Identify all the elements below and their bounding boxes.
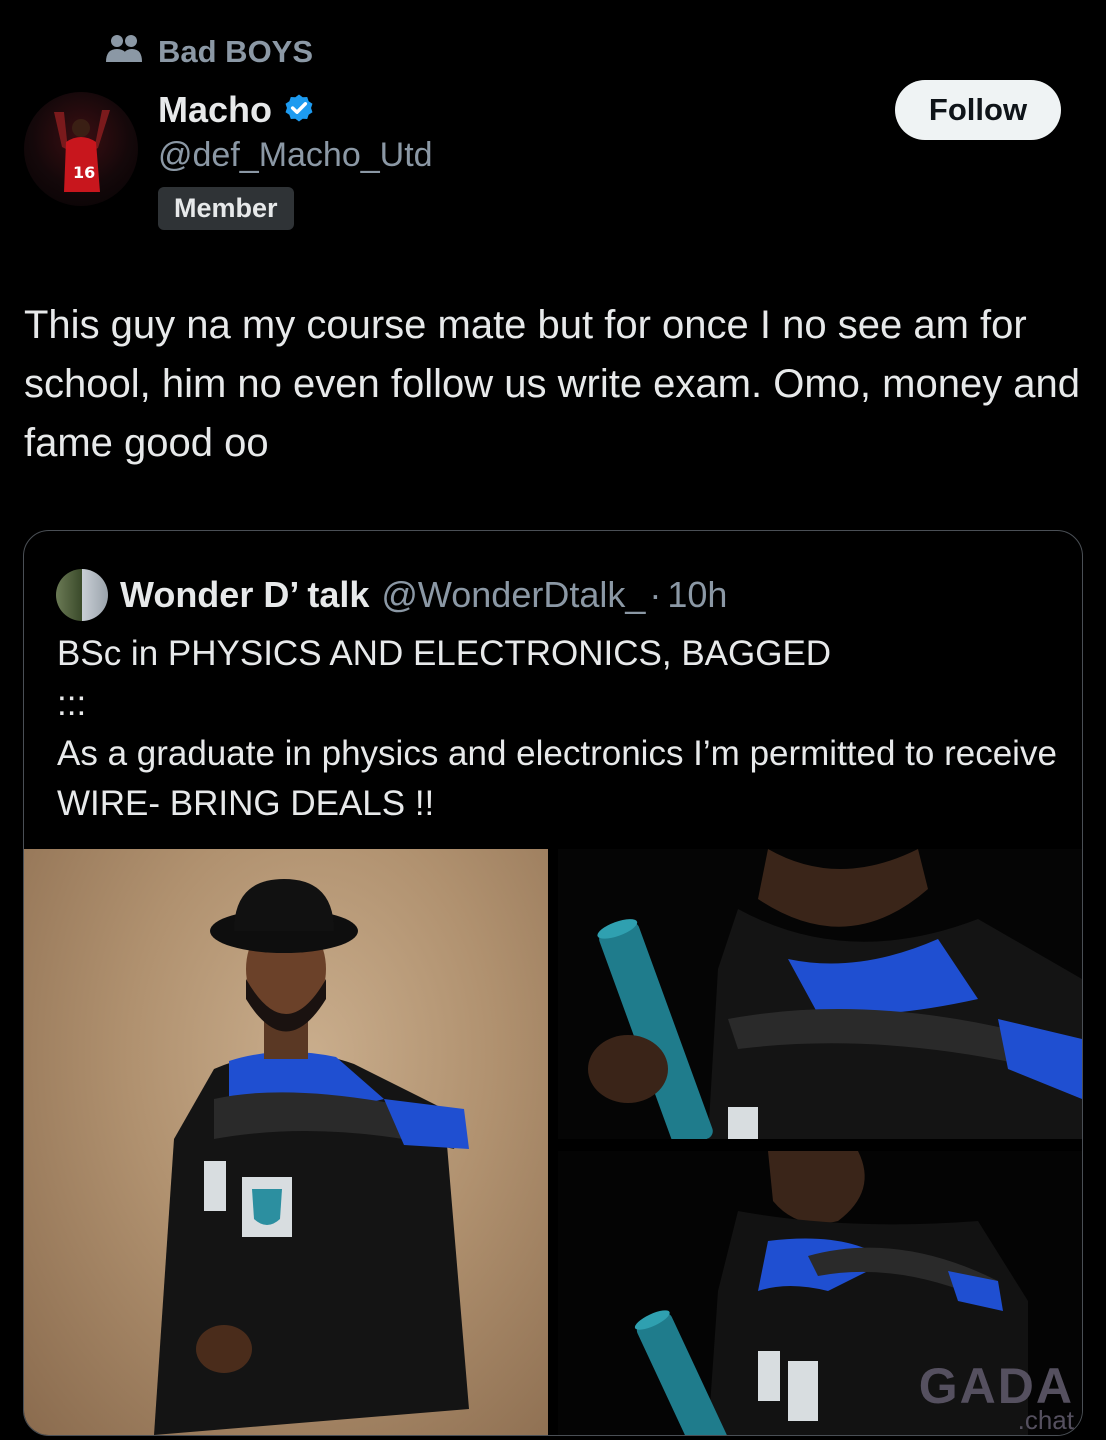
quoted-tweet-header: Wonder D’ talk @WonderDtalk_ · 10h — [56, 569, 727, 621]
author-display-name[interactable]: Macho — [158, 89, 272, 131]
community-header[interactable]: Bad BOYS — [104, 30, 313, 74]
member-badge: Member — [158, 187, 294, 230]
tweet-text: This guy na my course mate but for once … — [24, 303, 1081, 465]
graduate-photo-2[interactable] — [558, 849, 1082, 1139]
author-block: Macho @def_Macho_Utd Member — [158, 86, 433, 230]
verified-badge-icon[interactable] — [282, 91, 316, 130]
quoted-author-name[interactable]: Wonder D’ talk — [120, 574, 369, 616]
watermark-logo: GADA — [918, 1358, 1074, 1414]
avatar-jersey-number: 16 — [73, 163, 95, 182]
gada-watermark: GADA .chat — [919, 1361, 1074, 1433]
quoted-author-handle[interactable]: @WonderDtalk_ — [381, 574, 645, 616]
quoted-author-avatar[interactable] — [56, 569, 108, 621]
quoted-tweet-time[interactable]: 10h — [667, 574, 727, 616]
quoted-line: ::: — [57, 684, 87, 723]
avatar[interactable]: 16 — [24, 92, 138, 206]
graduate-photo-1[interactable] — [24, 849, 548, 1435]
author-handle[interactable]: @def_Macho_Utd — [158, 136, 433, 175]
follow-button[interactable]: Follow — [895, 80, 1061, 140]
community-name[interactable]: Bad BOYS — [158, 34, 313, 70]
quoted-tweet-body: BSc in PHYSICS AND ELECTRONICS, BAGGED :… — [57, 629, 1057, 829]
header-separator: · — [649, 574, 662, 615]
community-icon — [104, 32, 144, 72]
quoted-tweet-card[interactable]: Wonder D’ talk @WonderDtalk_ · 10h BSc i… — [23, 530, 1083, 1436]
quoted-line: BSc in PHYSICS AND ELECTRONICS, BAGGED — [57, 634, 832, 673]
media-grid — [24, 849, 1082, 1435]
quoted-line: As a graduate in physics and electronics… — [57, 734, 1057, 823]
